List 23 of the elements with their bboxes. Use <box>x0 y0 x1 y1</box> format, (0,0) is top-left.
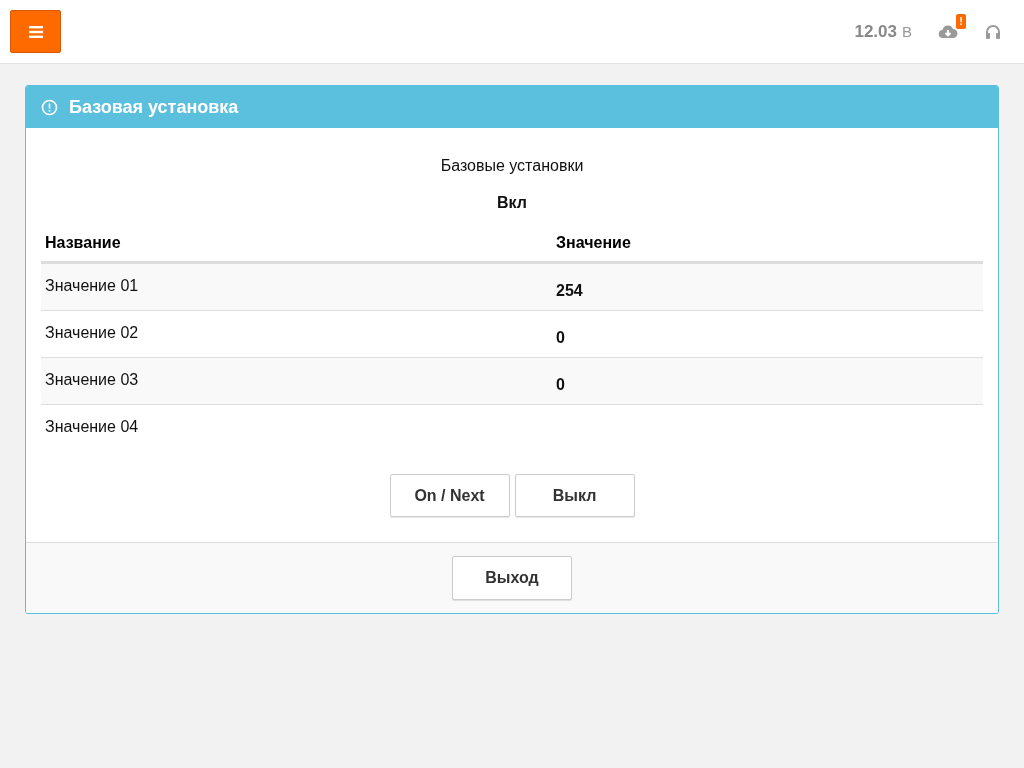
alert-icon <box>41 98 58 116</box>
action-button[interactable]: Выкл <box>514 474 635 517</box>
menu-icon <box>28 25 43 38</box>
table-cell-text: Значение 03 <box>44 370 140 390</box>
table-cell-text: Значение 02 <box>44 323 140 343</box>
column-header: Название <box>44 233 122 253</box>
state-text: Вкл <box>497 193 527 213</box>
table-cell-text: 0 <box>555 328 566 348</box>
voltage-reading: 12.03 <box>854 20 897 43</box>
table-cell-text: Значение 04 <box>44 417 140 437</box>
voltage-unit: В <box>902 21 912 42</box>
headset-icon[interactable] <box>984 22 1002 41</box>
action-button[interactable]: On / Next <box>389 474 510 517</box>
column-header: Значение <box>555 233 632 253</box>
table-cell-text: 254 <box>555 281 584 301</box>
table-cell-text: 0 <box>555 375 566 395</box>
exit-button[interactable]: Выход <box>452 556 572 600</box>
alert-badge: ! <box>956 13 966 29</box>
section-title: Базовые установки <box>440 156 584 176</box>
table-cell-text: Значение 01 <box>44 276 140 296</box>
panel-title: Базовая установка <box>69 95 239 119</box>
cloud-download-icon[interactable] <box>938 23 958 40</box>
menu-button[interactable] <box>10 10 61 53</box>
